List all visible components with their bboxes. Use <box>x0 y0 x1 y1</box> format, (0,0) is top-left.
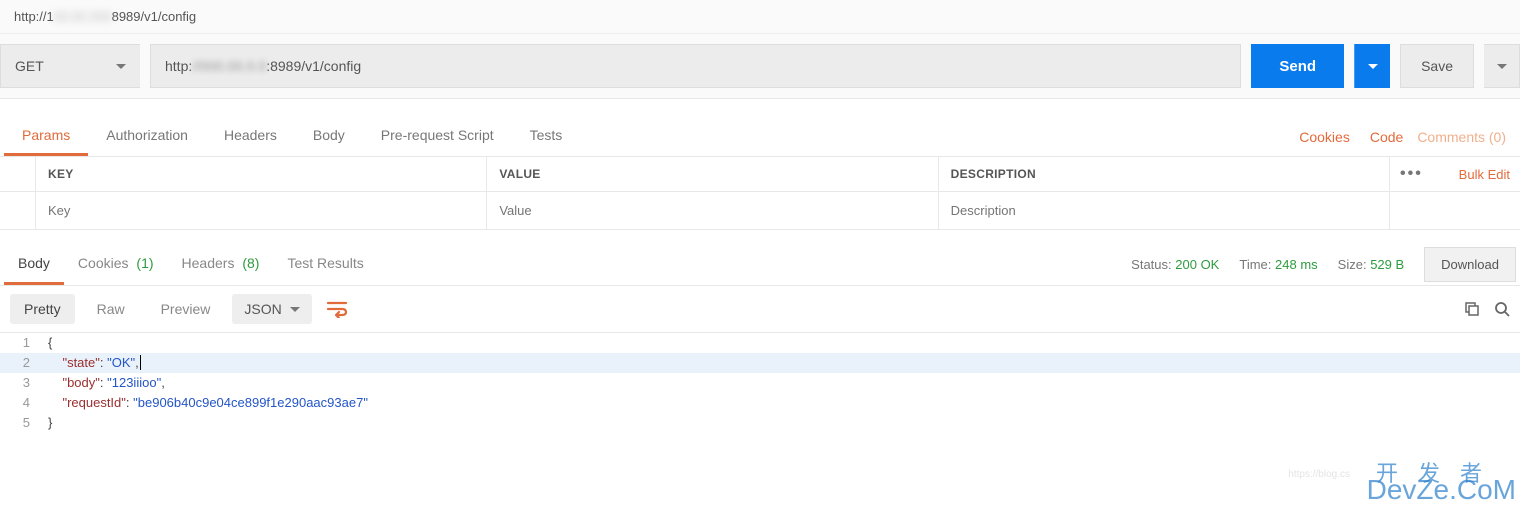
chevron-down-icon <box>116 64 126 69</box>
body-viewer-bar: Pretty Raw Preview JSON <box>0 286 1520 333</box>
view-raw[interactable]: Raw <box>83 294 139 324</box>
copy-icon[interactable] <box>1464 301 1480 317</box>
tab-params[interactable]: Params <box>4 117 88 156</box>
save-dropdown-button[interactable] <box>1484 44 1520 88</box>
send-button[interactable]: Send <box>1251 44 1344 88</box>
tab-authorization[interactable]: Authorization <box>88 117 206 156</box>
resp-tab-cookies[interactable]: Cookies (1) <box>64 244 168 285</box>
bulk-edit-link[interactable]: Bulk Edit <box>1459 167 1510 182</box>
request-tabs: Params Authorization Headers Body Pre-re… <box>0 117 1520 157</box>
watermark-cn: 开发者 <box>1376 456 1502 488</box>
param-key-input[interactable] <box>36 192 486 229</box>
response-status: Status: 200 OK Time: 248 ms Size: 529 B <box>1131 257 1414 272</box>
col-description: DESCRIPTION <box>939 157 1390 191</box>
tab-body[interactable]: Body <box>295 117 363 156</box>
tab-prerequest[interactable]: Pre-request Script <box>363 117 512 156</box>
cookies-link[interactable]: Cookies <box>1289 119 1360 155</box>
watermark-url: https://blog.cs <box>1288 469 1350 480</box>
format-select[interactable]: JSON <box>232 294 311 324</box>
save-button[interactable]: Save <box>1400 44 1474 88</box>
code-link[interactable]: Code <box>1360 119 1413 155</box>
view-preview[interactable]: Preview <box>147 294 225 324</box>
request-tab-title: http://100.00.0008989/v1/config <box>0 0 1520 34</box>
tab-tests[interactable]: Tests <box>512 117 581 156</box>
watermark-en: DevZe.CoM <box>1367 474 1516 506</box>
col-key: KEY <box>36 157 487 191</box>
chevron-down-icon <box>1497 64 1507 69</box>
search-icon[interactable] <box>1494 301 1510 317</box>
wrap-lines-icon[interactable] <box>320 294 354 324</box>
more-options-icon[interactable]: ••• <box>1400 165 1423 183</box>
send-dropdown-button[interactable] <box>1354 44 1390 88</box>
resp-tab-test-results[interactable]: Test Results <box>273 244 377 285</box>
param-description-input[interactable] <box>939 192 1389 229</box>
params-row <box>0 192 1520 230</box>
view-pretty[interactable]: Pretty <box>10 294 75 324</box>
col-value: VALUE <box>487 157 938 191</box>
tab-headers[interactable]: Headers <box>206 117 295 156</box>
resp-tab-headers[interactable]: Headers (8) <box>168 244 274 285</box>
response-body-viewer[interactable]: 1{ 2 "state": "OK", 3 "body": "123iiioo"… <box>0 333 1520 433</box>
response-tabs: Body Cookies (1) Headers (8) Test Result… <box>0 244 1520 286</box>
param-value-input[interactable] <box>487 192 937 229</box>
download-button[interactable]: Download <box>1424 247 1516 282</box>
http-method-select[interactable]: GET <box>0 44 140 88</box>
chevron-down-icon <box>1368 64 1378 69</box>
comments-link[interactable]: Comments (0) <box>1413 119 1516 155</box>
chevron-down-icon <box>290 307 300 312</box>
params-table-header: KEY VALUE DESCRIPTION ••• Bulk Edit <box>0 157 1520 192</box>
url-input[interactable]: http://000.00.0.0:8989/v1/config <box>150 44 1241 88</box>
resp-tab-body[interactable]: Body <box>4 244 64 285</box>
request-row: GET http://000.00.0.0:8989/v1/config Sen… <box>0 34 1520 99</box>
http-method-value: GET <box>15 58 44 74</box>
